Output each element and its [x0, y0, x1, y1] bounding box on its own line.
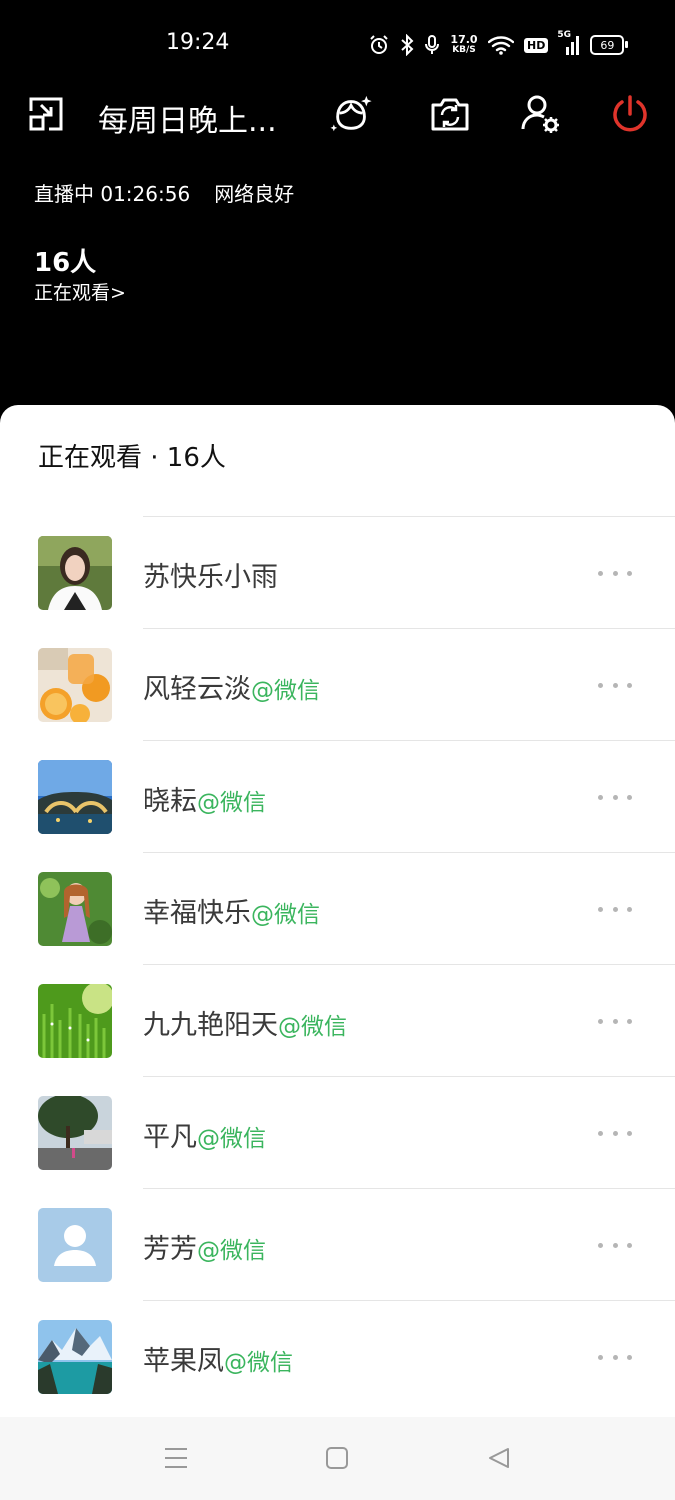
microphone-icon [424, 34, 440, 56]
live-title: 每周日晚上... [98, 104, 277, 139]
viewer-row[interactable]: 苏快乐小雨 [0, 517, 675, 629]
home-icon[interactable] [316, 1437, 358, 1479]
more-icon[interactable] [598, 793, 632, 801]
wifi-icon [488, 35, 514, 55]
viewer-row[interactable]: 九九艳阳天@微信 [0, 965, 675, 1077]
viewer-name-text: 晓耘 [143, 786, 197, 817]
viewer-name-text: 平凡 [143, 1122, 197, 1153]
more-icon[interactable] [598, 1353, 632, 1361]
viewer-row[interactable]: 幸福快乐@微信 [0, 853, 675, 965]
viewer-row[interactable]: 平凡@微信 [0, 1077, 675, 1189]
flip-camera-icon[interactable] [428, 92, 472, 136]
minimize-icon[interactable] [24, 92, 68, 136]
user-settings-icon[interactable] [518, 92, 562, 136]
viewer-row[interactable]: 芳芳@微信 [0, 1189, 675, 1301]
more-icon[interactable] [598, 1017, 632, 1025]
viewer-name: 苹果凤@微信 [143, 1339, 293, 1378]
avatar [38, 1208, 112, 1282]
viewer-name-text: 芳芳 [143, 1234, 197, 1265]
status-bar: 19:24 17.0 KB/S HD 5G 69 [0, 0, 675, 80]
menu-icon[interactable] [155, 1437, 197, 1479]
battery-indicator: 69 [590, 35, 629, 55]
viewer-source-label: @微信 [278, 1014, 347, 1040]
status-icons: 17.0 KB/S HD 5G 69 [368, 30, 629, 58]
avatar [38, 872, 112, 946]
viewer-source-label: @微信 [197, 1238, 266, 1264]
viewer-list-link[interactable]: 正在观看> [34, 278, 126, 305]
viewer-count: 16人 [34, 248, 97, 278]
viewer-row[interactable]: 苹果凤@微信 [0, 1301, 675, 1413]
viewer-source-label: @微信 [251, 678, 320, 704]
viewer-name-text: 苹果凤 [143, 1346, 224, 1377]
viewer-name-text: 幸福快乐 [143, 898, 251, 929]
viewer-row[interactable]: 晓耘@微信 [0, 741, 675, 853]
viewer-row[interactable]: 风轻云淡@微信 [0, 629, 675, 741]
power-icon[interactable] [608, 92, 652, 136]
status-time: 19:24 [166, 30, 230, 55]
signal-icon: 5G [557, 30, 580, 55]
more-icon[interactable] [598, 569, 632, 577]
viewer-name: 风轻云淡@微信 [143, 667, 320, 706]
viewer-name: 芳芳@微信 [143, 1227, 266, 1266]
beauty-icon[interactable] [330, 92, 374, 136]
signal-label: 5G [557, 30, 571, 40]
live-duration: 直播中 01:26:56 [34, 182, 191, 206]
net-speed-unit: KB/S [452, 45, 476, 55]
bluetooth-icon [400, 34, 414, 56]
viewer-source-label: @微信 [224, 1350, 293, 1376]
network-status: 网络良好 [214, 182, 295, 206]
system-nav-bar [0, 1417, 675, 1500]
back-icon[interactable] [478, 1437, 520, 1479]
viewer-sheet: 正在观看 · 16人 苏快乐小雨 风轻云淡@微信 晓耘@微信 幸福快乐@微信 九… [0, 405, 675, 1417]
net-speed: 17.0 KB/S [450, 34, 478, 56]
avatar [38, 536, 112, 610]
alarm-icon [368, 34, 390, 56]
live-status-line: 直播中 01:26:56 网络良好 [34, 178, 318, 207]
avatar [38, 760, 112, 834]
more-icon[interactable] [598, 1129, 632, 1137]
viewer-name: 九九艳阳天@微信 [143, 1003, 347, 1042]
viewer-name: 苏快乐小雨 [143, 555, 278, 594]
viewer-source-label: @微信 [251, 902, 320, 928]
viewer-name: 晓耘@微信 [143, 779, 266, 818]
avatar [38, 648, 112, 722]
viewer-name-text: 苏快乐小雨 [143, 562, 278, 593]
sheet-title: 正在观看 · 16人 [38, 443, 226, 473]
more-icon[interactable] [598, 905, 632, 913]
more-icon[interactable] [598, 1241, 632, 1249]
avatar [38, 1096, 112, 1170]
viewer-source-label: @微信 [197, 1126, 266, 1152]
viewer-name-text: 九九艳阳天 [143, 1010, 278, 1041]
viewer-name: 平凡@微信 [143, 1115, 266, 1154]
viewer-name: 幸福快乐@微信 [143, 891, 320, 930]
avatar [38, 1320, 112, 1394]
viewer-source-label: @微信 [197, 790, 266, 816]
more-icon[interactable] [598, 681, 632, 689]
viewer-name-text: 风轻云淡 [143, 674, 251, 705]
avatar [38, 984, 112, 1058]
hd-badge: HD [524, 37, 549, 53]
net-speed-value: 17.0 [450, 33, 478, 46]
